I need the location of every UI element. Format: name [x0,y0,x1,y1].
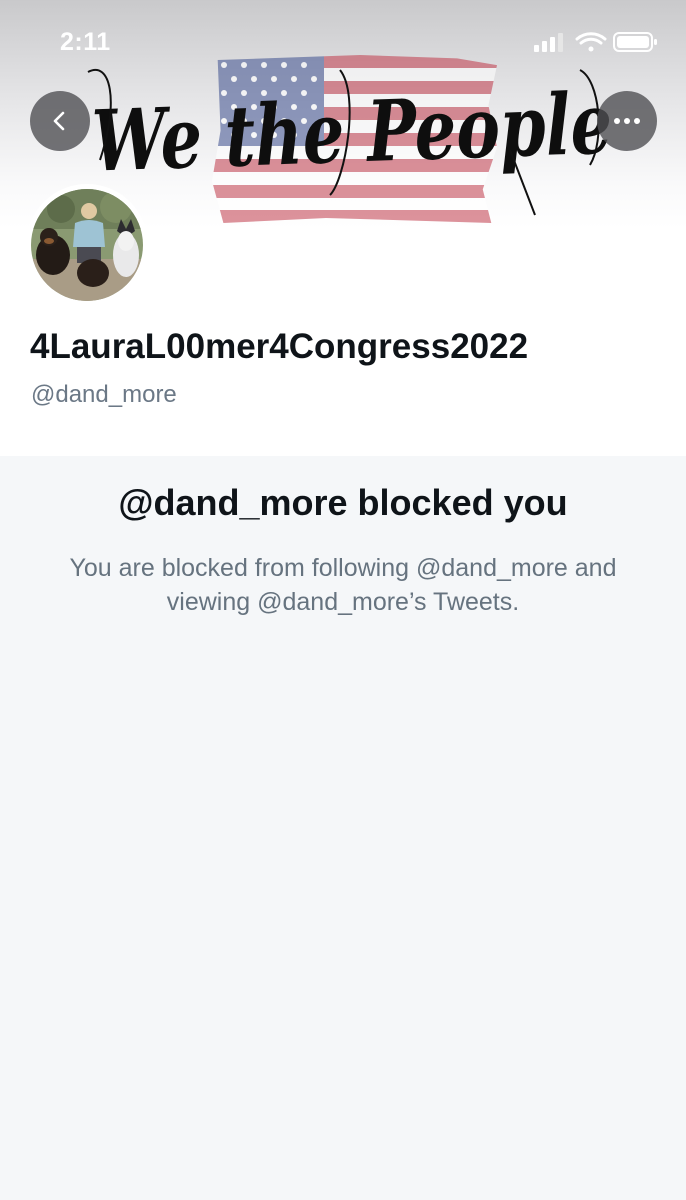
battery-icon [613,32,657,52]
chevron-left-icon [53,111,65,131]
blocked-title: @dand_more blocked you [118,482,568,523]
avatar-photo [31,189,143,301]
back-button[interactable] [30,91,90,151]
username-handle: @dand_more [31,381,177,408]
more-options-button[interactable] [597,91,657,151]
status-icons [534,30,658,54]
status-bar: 2:11 [0,0,686,86]
wifi-icon [575,32,607,52]
avatar[interactable] [26,184,148,306]
svg-text:We the People: We the People [91,74,614,191]
status-time: 2:11 [60,28,111,56]
blocked-message: You are blocked from following @dand_mor… [69,554,617,616]
display-name: 4LauraL00mer4Congress2022 [30,327,529,366]
more-horizontal-icon [614,118,640,124]
cellular-signal-icon [534,33,563,52]
